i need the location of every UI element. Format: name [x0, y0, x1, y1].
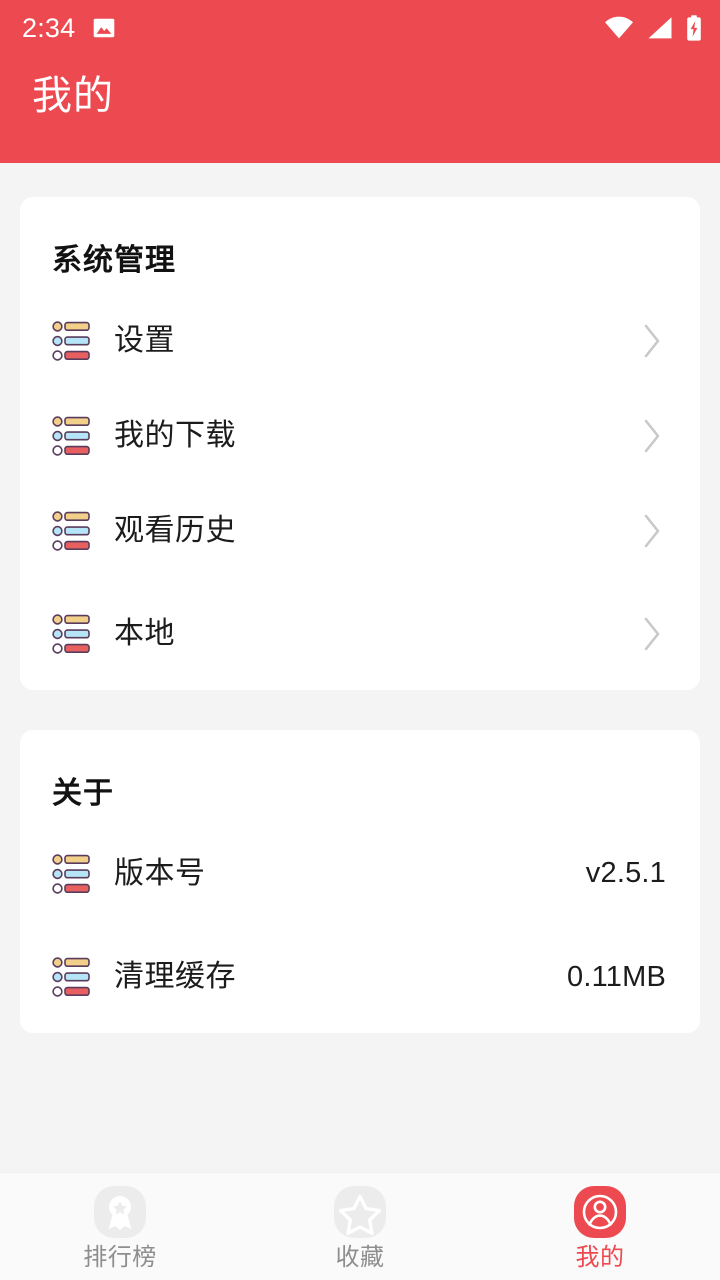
list-color-icon	[52, 614, 90, 654]
list-item-label: 我的下载	[114, 421, 236, 451]
chevron-right-icon	[642, 615, 664, 653]
list-color-icon	[52, 511, 90, 551]
card-about: 关于 版本号 v2.5	[20, 730, 700, 1033]
list-item-watch-history[interactable]: 观看历史	[52, 483, 668, 578]
status-bar-right	[604, 15, 702, 41]
list-item-value: v2.5.1	[586, 859, 668, 888]
section-title: 系统管理	[52, 197, 668, 293]
status-bar-left: 2:34	[22, 15, 117, 42]
nav-tab-label: 收藏	[336, 1246, 385, 1270]
medal-icon	[92, 1184, 148, 1240]
nav-tab-label: 我的	[576, 1246, 625, 1270]
list-item-label: 本地	[114, 619, 175, 649]
nav-tab-favorites[interactable]: 收藏	[240, 1184, 480, 1270]
chevron-right-icon	[642, 417, 664, 455]
bottom-navigation: 排行榜 收藏 我的	[0, 1172, 720, 1280]
list-color-icon	[52, 321, 90, 361]
list-item-label: 设置	[114, 326, 175, 356]
list-color-icon	[52, 957, 90, 997]
app-screen: 2:34	[0, 0, 720, 1280]
nav-tab-label: 排行榜	[83, 1246, 157, 1270]
list-color-icon	[52, 416, 90, 456]
list-item-version[interactable]: 版本号 v2.5.1	[52, 826, 668, 921]
person-icon	[572, 1184, 628, 1240]
status-time: 2:34	[22, 15, 75, 42]
section-title: 关于	[52, 730, 668, 826]
image-icon	[91, 15, 117, 41]
wifi-icon	[604, 16, 634, 40]
list-color-icon	[52, 854, 90, 894]
chevron-right-icon	[642, 512, 664, 550]
battery-charging-icon	[686, 15, 702, 41]
signal-icon	[647, 16, 673, 40]
list-item-value: 0.11MB	[567, 963, 668, 992]
list-item-local[interactable]: 本地	[52, 578, 668, 690]
list-item-my-downloads[interactable]: 我的下载	[52, 388, 668, 483]
nav-tab-ranking[interactable]: 排行榜	[0, 1184, 240, 1270]
app-bar: 2:34	[0, 0, 720, 163]
chevron-right-icon	[642, 322, 664, 360]
list-item-label: 观看历史	[114, 516, 236, 546]
nav-tab-mine[interactable]: 我的	[480, 1184, 720, 1270]
list-item-settings[interactable]: 设置	[52, 293, 668, 388]
page-title: 我的	[32, 76, 114, 116]
status-bar: 2:34	[0, 0, 720, 56]
content-area: 系统管理 设置	[0, 163, 720, 1172]
list-item-label: 清理缓存	[114, 962, 236, 992]
card-system-management: 系统管理 设置	[20, 197, 700, 690]
list-item-clear-cache[interactable]: 清理缓存 0.11MB	[52, 921, 668, 1033]
star-icon	[332, 1184, 388, 1240]
list-item-label: 版本号	[114, 859, 206, 889]
